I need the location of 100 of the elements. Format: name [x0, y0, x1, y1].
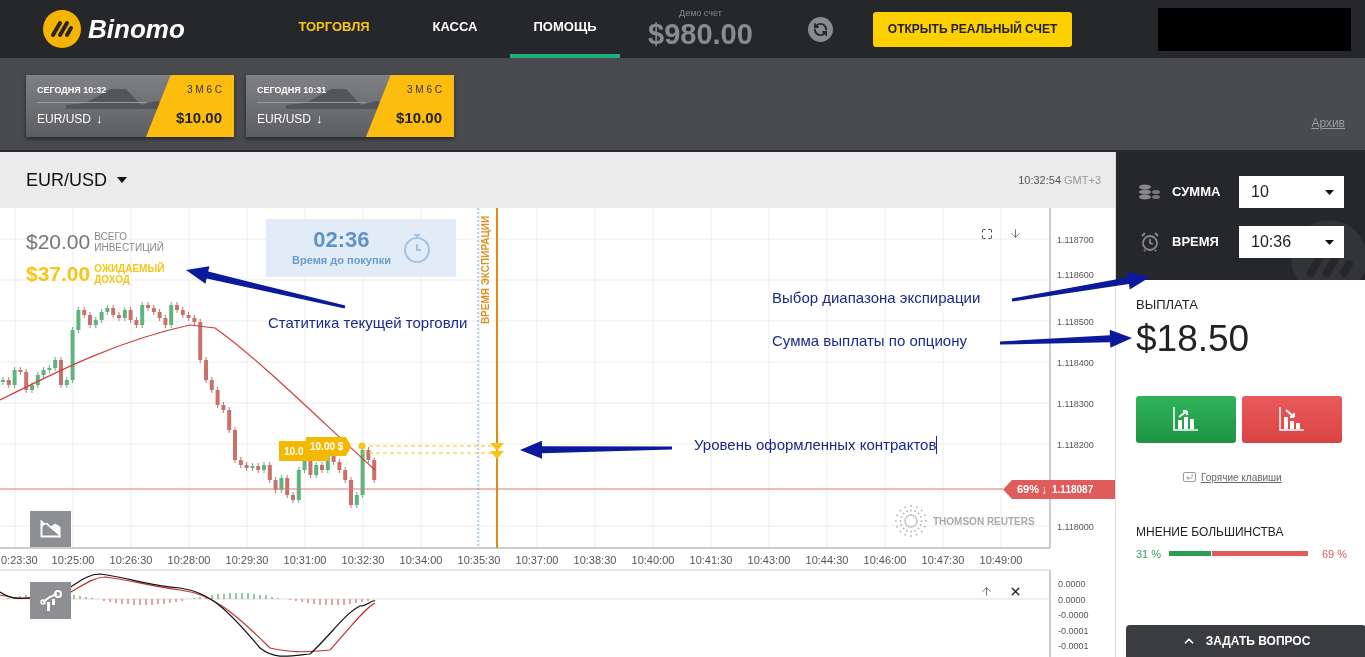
trade-card[interactable]: СЕГОДНЯ 10:31 EUR/USD ↓ 3 М 6 С $10.00 — [246, 75, 454, 137]
trade-time: СЕГОДНЯ 10:31 — [257, 85, 328, 95]
nav-tab[interactable]: КАССА — [400, 0, 510, 58]
price-direction-arrow: ↓ — [1041, 481, 1048, 499]
trade-duration: 3 М 6 С — [187, 84, 222, 96]
annotation-text: Уровень оформленных контрактов — [694, 435, 937, 455]
amount-label: СУММА — [1172, 183, 1222, 202]
expected-income-amount: $37.00 — [26, 262, 91, 286]
refresh-icon[interactable] — [807, 16, 833, 42]
contract-marker-icon — [490, 443, 504, 459]
total-investment-amount: $20.00 — [26, 230, 91, 254]
trade-time: СЕГОДНЯ 10:32 — [37, 85, 108, 95]
indicator-chart-icon — [39, 589, 62, 612]
time-select[interactable]: 10:36 — [1239, 226, 1344, 258]
price-axis-label: 1.118000 — [1057, 522, 1094, 532]
payout-amount: $18.50 — [1136, 316, 1251, 361]
put-button[interactable] — [1242, 395, 1342, 443]
fullscreen-icon[interactable] — [981, 228, 993, 240]
time-axis-label: 10:34:00 — [399, 554, 443, 566]
annotation-text: Выбор диапазона экспирации — [772, 288, 981, 308]
time-axis-label: 0:23:30 — [1, 554, 38, 566]
current-price: 1.118087 — [1052, 483, 1094, 497]
time-axis-label: 10:44:30 — [805, 554, 849, 566]
time-axis-label: 10:43:00 — [747, 554, 791, 566]
chart-up-icon — [1173, 407, 1199, 431]
hotkeys-link[interactable]: Горячие клавиши — [1201, 469, 1282, 485]
caret-icon — [1325, 239, 1334, 245]
logo-icon — [43, 10, 81, 48]
trade-direction-arrow: ↓ — [316, 112, 323, 126]
trade-asset: EUR/USD — [257, 112, 311, 126]
logo-text[interactable]: Binomo — [88, 9, 185, 49]
indicator-axis-label: 0.0000 — [1058, 594, 1086, 605]
arrow-up-icon[interactable] — [980, 585, 993, 598]
price-axis-label: 1.118200 — [1057, 440, 1094, 450]
alarm-clock-icon — [1140, 232, 1160, 252]
time-axis-label: 10:35:30 — [457, 554, 501, 566]
sentiment-up-percent: 31 % — [1136, 546, 1163, 562]
sentiment-label: МНЕНИЕ БОЛЬШИНСТВА — [1136, 523, 1285, 541]
time-axis-label: 10:29:30 — [225, 554, 269, 566]
time-label: ВРЕМЯ — [1172, 233, 1220, 252]
asset-selector[interactable]: EUR/USD — [26, 166, 107, 194]
time-axis-label: 10:28:00 — [167, 554, 211, 566]
server-time: 10:32:54 — [1018, 172, 1061, 188]
call-button[interactable] — [1136, 395, 1236, 443]
time-axis-label: 10:31:00 — [283, 554, 327, 566]
trade-asset: EUR/USD — [37, 112, 91, 126]
contract-tag: 10.00 $ — [306, 437, 352, 456]
total-investment-label: ВСЕГО ИНВЕСТИЦИЙ — [94, 231, 165, 253]
open-real-account-button[interactable]: ОТКРЫТЬ РЕАЛЬНЫЙ СЧЕТ — [872, 11, 1073, 47]
arrow-down-icon[interactable] — [1009, 227, 1022, 240]
nav-tab[interactable]: ТОРГОВЛЯ — [268, 0, 400, 58]
trade-duration: 3 М 6 С — [407, 84, 442, 96]
timer-label: Время до покупки — [292, 253, 391, 269]
price-axis-label: 1.118600 — [1057, 270, 1094, 280]
annotation-text: Статитика текущей торговли — [268, 313, 468, 333]
sentiment-down-percent: 69 % — [1321, 546, 1347, 562]
price-axis-label: 1.118500 — [1057, 317, 1094, 327]
time-axis-label: 10:25:00 — [51, 554, 95, 566]
caret-icon — [1325, 189, 1334, 195]
trade-direction-arrow: ↓ — [96, 112, 103, 126]
close-icon[interactable] — [1009, 585, 1022, 598]
price-axis-label: 1.118400 — [1057, 358, 1094, 368]
payout-label: ВЫПЛАТА — [1136, 296, 1199, 314]
indicator-axis-label: -0.0000 — [1058, 610, 1089, 620]
timezone: GMT+3 — [1064, 172, 1101, 188]
time-axis-label: 10:41:30 — [689, 554, 733, 566]
time-axis-label: 10:32:30 — [341, 554, 385, 566]
trade-amount: $10.00 — [396, 109, 442, 126]
time-axis-label: 10:47:30 — [921, 554, 965, 566]
indicator-axis-label: -0.0001 — [1058, 625, 1089, 636]
timer-value: 02:36 — [313, 227, 370, 253]
expected-income-label: ОЖИДАЕМЫЙ ДОХОД — [94, 263, 166, 285]
balance-amount: $980.00 — [648, 18, 753, 50]
coins-icon — [1138, 184, 1161, 200]
expiry-label: ВРЕМЯ ЭКСПИРАЦИИ — [480, 215, 491, 325]
enter-key-icon — [1183, 472, 1196, 482]
indicators-button[interactable] — [30, 582, 71, 619]
time-axis-label: 10:38:30 — [573, 554, 617, 566]
time-axis-label: 10:26:30 — [109, 554, 153, 566]
caret-icon[interactable] — [117, 177, 127, 183]
amount-select[interactable]: 10 — [1239, 176, 1344, 208]
time-axis-label: 10:37:00 — [515, 554, 559, 566]
data-provider-label: THOMSON REUTERS — [933, 514, 1035, 529]
indicator-axis-label: 0.0000 — [1058, 579, 1086, 589]
chart-down-icon — [1279, 407, 1305, 431]
sentiment-percent: 69% — [1017, 482, 1040, 498]
time-axis-label: 10:46:00 — [863, 554, 907, 566]
time-axis-label: 10:40:00 — [631, 554, 675, 566]
indicator-axis-label: -0.0001 — [1058, 641, 1089, 651]
account-type-label: Демо счет — [679, 8, 722, 18]
annotation-text: Сумма выплаты по опциону — [772, 331, 967, 351]
trade-card[interactable]: СЕГОДНЯ 10:32 EUR/USD ↓ 3 М 6 С $10.00 — [26, 75, 234, 137]
trade-amount: $10.00 — [176, 109, 222, 126]
price-axis-label: 1.118300 — [1057, 399, 1094, 409]
ask-question-button[interactable]: ЗАДАТЬ ВОПРОС — [1126, 625, 1365, 657]
area-chart-icon — [39, 520, 62, 538]
time-axis-label: 10:49:00 — [979, 554, 1023, 566]
stopwatch-icon — [402, 232, 431, 264]
dotted-globe-icon — [895, 505, 927, 537]
chart-type-button[interactable] — [30, 511, 71, 547]
